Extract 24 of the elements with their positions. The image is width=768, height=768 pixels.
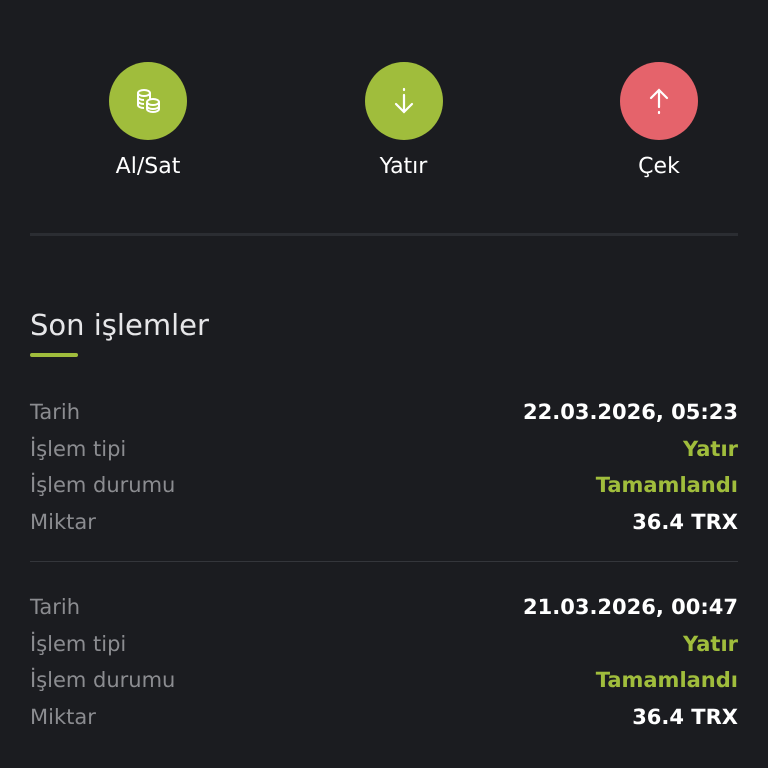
field-value: Yatır — [682, 436, 738, 463]
field-value: 21.03.2026, 00:47 — [523, 594, 738, 622]
field-label: İşlem durumu — [30, 666, 176, 694]
field-value: 22.03.2026, 05:23 — [523, 399, 738, 426]
action-label: Yatır — [380, 153, 428, 181]
field-value: Tamamlandı — [596, 667, 738, 694]
field-label: Miktar — [30, 508, 96, 536]
field-label: İşlem tipi — [30, 630, 126, 658]
field-label: Tarih — [30, 399, 80, 426]
field-value: 36.4 TRX — [632, 508, 738, 536]
field-label: Tarih — [30, 594, 80, 622]
field-label: İşlem tipi — [30, 436, 126, 463]
field-value: 36.4 TRX — [632, 704, 738, 731]
field-value: Yatır — [682, 630, 738, 658]
field-label: İşlem durumu — [30, 472, 176, 500]
action-label: Çek — [638, 153, 680, 181]
up-arrow-icon — [648, 87, 670, 115]
title-underline — [30, 352, 78, 357]
field-value: Tamamlandı — [596, 472, 738, 500]
section-title: Son işlemler — [30, 308, 210, 343]
field-label: Miktar — [30, 704, 96, 731]
coins-icon — [134, 88, 162, 114]
down-arrow-icon — [392, 87, 414, 115]
action-label: Al/Sat — [116, 153, 180, 181]
